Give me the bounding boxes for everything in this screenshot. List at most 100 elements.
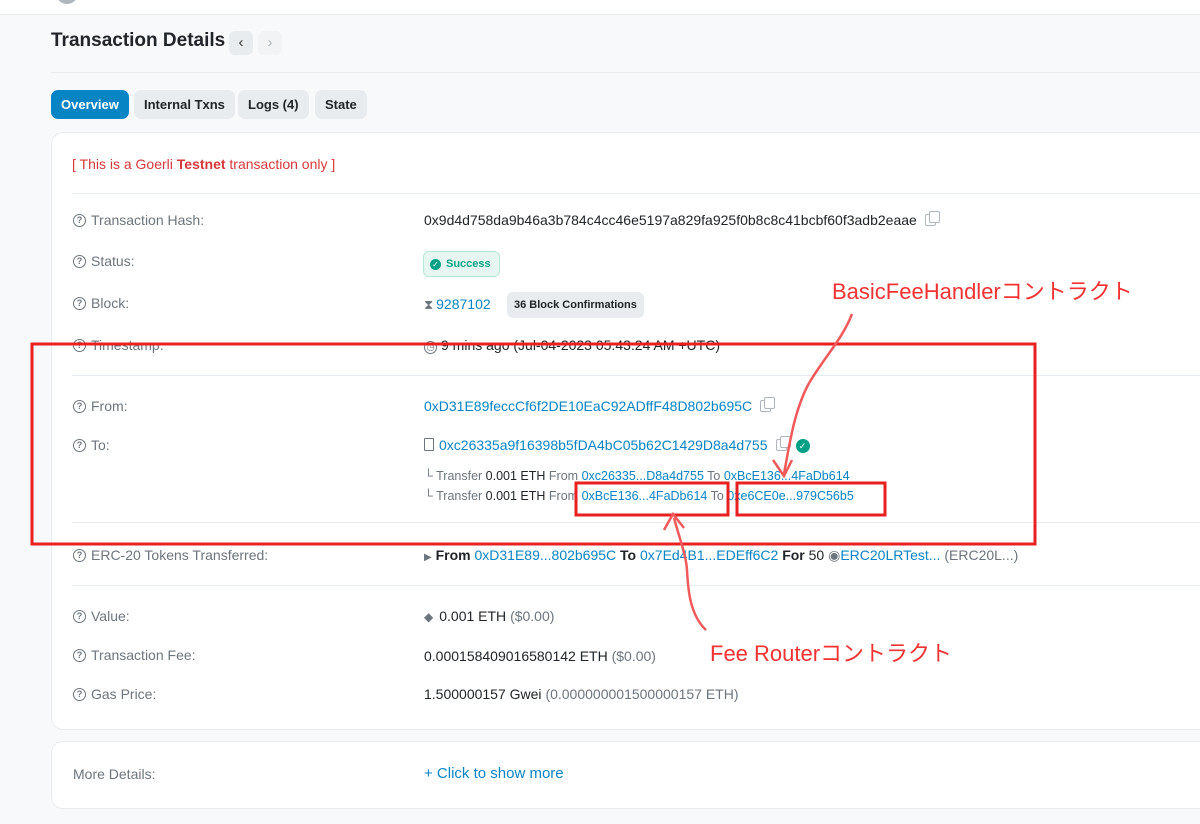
status-badge-text: Success: [446, 258, 491, 270]
testnet-notice-bold: Testnet: [176, 156, 226, 172]
tab-overview[interactable]: Overview: [51, 90, 129, 119]
prev-transaction-button[interactable]: ‹: [229, 31, 253, 55]
to-value: 0xc26335a9f16398b5fDA4bC05b62C1429D8a4d7…: [424, 436, 810, 453]
status-label: ? Status:: [73, 253, 135, 269]
status-label-text: Status:: [91, 253, 135, 269]
annotation-fee-router: Fee Routerコントラクト: [710, 641, 953, 666]
from-label-text: From:: [91, 398, 128, 414]
show-more-link[interactable]: + Click to show more: [424, 765, 564, 782]
title-divider: [51, 72, 1200, 73]
transfer-from-label: From: [548, 489, 579, 503]
hourglass-icon: ⧗: [424, 297, 434, 312]
transfer-to-label: To: [710, 489, 724, 503]
status-badge: ✓ Success: [423, 251, 500, 277]
erc20-to-link[interactable]: 0x7Ed4B1...EDEff6C2: [640, 547, 778, 563]
erc20-label: ? ERC-20 Tokens Transferred:: [73, 547, 268, 563]
tab-internal-txns[interactable]: Internal Txns: [134, 90, 235, 119]
more-details-card: [51, 741, 1200, 809]
internal-transfer-row: └ Transfer 0.001 ETH From 0xc26335...D8a…: [424, 469, 850, 483]
help-icon: ?: [73, 296, 86, 310]
transfer-to-link[interactable]: 0xe6CE0e...979C56b5: [727, 489, 853, 503]
value-label: ? Value:: [73, 608, 130, 624]
check-circle-icon: ✓: [430, 258, 441, 270]
erc20-from-link[interactable]: 0xD31E89...802b695C: [474, 547, 616, 563]
divider: [72, 193, 1200, 194]
transfer-prefix: Transfer: [436, 489, 483, 503]
block-confirmations-badge: 36 Block Confirmations: [507, 292, 644, 318]
divider: [72, 522, 1200, 523]
internal-transfer-row: └ Transfer 0.001 ETH From 0xBcE136...4Fa…: [424, 489, 854, 503]
hash-label-text: Transaction Hash:: [91, 212, 205, 228]
hash-text: 0x9d4d758da9b46a3b784c4cc46e5197a829fa92…: [424, 212, 917, 228]
caret-right-icon[interactable]: ▶: [424, 552, 432, 563]
to-address-link[interactable]: 0xc26335a9f16398b5fDA4bC05b62C1429D8a4d7…: [439, 437, 768, 453]
erc20-amount: 50: [808, 547, 825, 563]
block-value: ⧗ 9287102: [424, 296, 491, 313]
value-value: ◆ 0.001 ETH ($0.00): [424, 608, 554, 624]
erc20-label-text: ERC-20 Tokens Transferred:: [91, 547, 269, 563]
hash-label: ? Transaction Hash:: [73, 212, 204, 228]
tab-state[interactable]: State: [315, 90, 367, 119]
help-icon: ?: [73, 687, 86, 701]
testnet-notice: [ This is a Goerli Testnet transaction o…: [72, 156, 335, 172]
ethereum-icon: ◆: [424, 610, 434, 624]
gas-value: 1.500000157 Gwei (0.000000001500000157 E…: [424, 686, 738, 702]
erc20-value: ▶ From 0xD31E89...802b695C To 0x7Ed4B1..…: [424, 547, 1018, 564]
timestamp-label-text: Timestamp:: [91, 337, 164, 353]
help-icon: ?: [73, 399, 86, 413]
help-icon: ?: [73, 609, 86, 623]
from-address-link[interactable]: 0xD31E89feccCf6f2DE10EaC92ADffF48D802b69…: [424, 398, 752, 414]
divider: [72, 585, 1200, 586]
gas-label: ? Gas Price:: [73, 686, 156, 702]
contract-file-icon: [424, 438, 434, 451]
transfer-prefix: Transfer: [436, 469, 483, 483]
help-icon: ?: [73, 438, 86, 452]
clock-icon: ◷: [424, 341, 437, 354]
value-amount: 0.001 ETH: [439, 608, 507, 624]
page-title: Transaction Details: [51, 30, 226, 51]
transfer-to-link[interactable]: 0xBcE136...4FaDb614: [724, 469, 850, 483]
transfer-from-link[interactable]: 0xBcE136...4FaDb614: [582, 489, 708, 503]
help-icon: ?: [73, 213, 86, 227]
to-label-text: To:: [91, 437, 110, 453]
transfer-from-label: From: [548, 469, 579, 483]
fee-label: ? Transaction Fee:: [73, 647, 196, 663]
block-label: ? Block:: [73, 295, 129, 311]
annotation-basic-fee-handler: BasicFeeHandlerコントラクト: [832, 279, 1133, 304]
top-navbar: [0, 0, 1200, 15]
gas-eth: (0.000000001500000157 ETH): [545, 686, 739, 702]
fee-value: 0.000158409016580142 ETH ($0.00): [424, 648, 656, 664]
from-value: 0xD31E89feccCf6f2DE10EaC92ADffF48D802b69…: [424, 397, 776, 414]
fee-label-text: Transaction Fee:: [91, 647, 196, 663]
help-icon: ?: [73, 648, 86, 662]
fee-amount: 0.000158409016580142 ETH: [424, 648, 608, 664]
timestamp-value: ◷ 9 mins ago (Jul-04-2023 05:43:24 AM +UT…: [424, 337, 720, 354]
fee-usd: ($0.00): [611, 648, 656, 664]
branch-icon: └: [424, 489, 433, 503]
copy-icon[interactable]: [924, 211, 940, 226]
transfer-from-link[interactable]: 0xc26335...D8a4d755: [582, 469, 704, 483]
timestamp-label: ? Timestamp:: [73, 337, 164, 353]
more-details-label: More Details:: [73, 766, 156, 782]
next-transaction-button[interactable]: ›: [258, 31, 282, 55]
verified-check-icon: ✓: [795, 439, 810, 453]
value-label-text: Value:: [91, 608, 130, 624]
testnet-notice-pre: [ This is a Goerli: [72, 156, 177, 172]
tab-logs[interactable]: Logs (4): [238, 90, 309, 119]
chevron-left-icon: ‹: [238, 34, 244, 51]
chevron-right-icon: ›: [267, 34, 273, 51]
value-usd: ($0.00): [510, 608, 555, 624]
copy-icon[interactable]: [760, 397, 776, 412]
erc20-to-label: To: [620, 547, 637, 563]
from-label: ? From:: [73, 398, 128, 414]
erc20-from-label: From: [435, 547, 471, 563]
erc20-token-link[interactable]: ERC20LRTest...: [840, 547, 940, 563]
help-icon: ?: [73, 254, 86, 268]
block-link[interactable]: 9287102: [436, 296, 491, 312]
to-label: ? To:: [73, 437, 110, 453]
block-label-text: Block:: [91, 295, 130, 311]
copy-icon[interactable]: [775, 436, 791, 451]
transfer-amount: 0.001 ETH: [485, 469, 546, 483]
erc20-for-label: For: [782, 547, 805, 563]
transfer-to-label: To: [707, 469, 721, 483]
